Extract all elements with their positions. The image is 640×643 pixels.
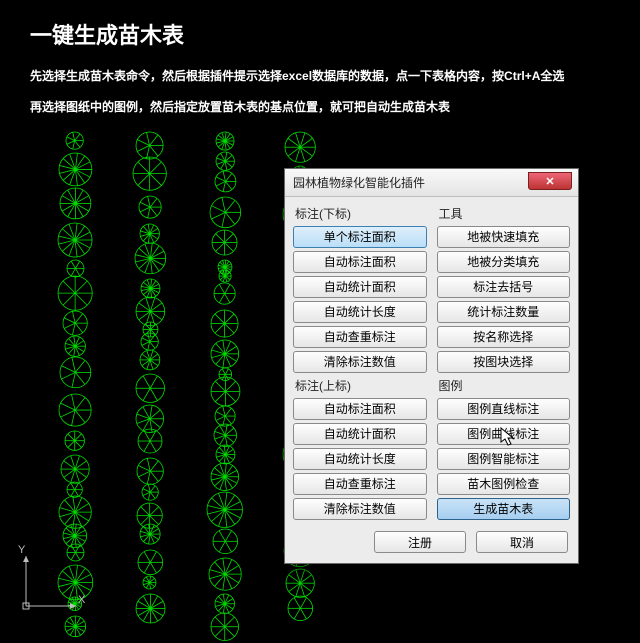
plant-column bbox=[123, 120, 173, 630]
btn-remove-brackets[interactable]: 标注去括号 bbox=[437, 276, 571, 298]
btn-single-label-area[interactable]: 单个标注面积 bbox=[293, 226, 427, 248]
group-label-tools: 工具 bbox=[439, 205, 571, 222]
btn-upper-auto-stat-length[interactable]: 自动统计长度 bbox=[293, 448, 427, 470]
btn-legend-curve-label[interactable]: 图例曲线标注 bbox=[437, 423, 571, 445]
ucs-axis-icon: X Y bbox=[16, 546, 86, 616]
plant-column bbox=[198, 120, 248, 630]
btn-groundcover-class-fill[interactable]: 地被分类填充 bbox=[437, 251, 571, 273]
btn-seedling-legend-check[interactable]: 苗木图例检查 bbox=[437, 473, 571, 495]
btn-auto-stat-area[interactable]: 自动统计面积 bbox=[293, 276, 427, 298]
instruction-line-1: 先选择生成苗木表命令，然后根据插件提示选择excel数据库的数据，点一下表格内容… bbox=[0, 68, 640, 85]
ucs-y-label: Y bbox=[18, 544, 25, 556]
close-button[interactable]: ✕ bbox=[528, 172, 572, 190]
btn-stat-label-count[interactable]: 统计标注数量 bbox=[437, 301, 571, 323]
register-button[interactable]: 注册 bbox=[374, 531, 466, 553]
btn-select-by-name[interactable]: 按名称选择 bbox=[437, 326, 571, 348]
btn-legend-line-label[interactable]: 图例直线标注 bbox=[437, 398, 571, 420]
cancel-button[interactable]: 取消 bbox=[476, 531, 568, 553]
group-label-upper: 标注(上标) bbox=[295, 377, 427, 394]
dialog-titlebar[interactable]: 园林植物绿化智能化插件 ✕ bbox=[285, 169, 578, 197]
btn-auto-label-area[interactable]: 自动标注面积 bbox=[293, 251, 427, 273]
btn-auto-stat-length[interactable]: 自动统计长度 bbox=[293, 301, 427, 323]
dialog-title: 园林植物绿化智能化插件 bbox=[293, 174, 425, 191]
btn-upper-auto-label-area[interactable]: 自动标注面积 bbox=[293, 398, 427, 420]
btn-legend-smart-label[interactable]: 图例智能标注 bbox=[437, 448, 571, 470]
btn-clear-label-values[interactable]: 清除标注数值 bbox=[293, 351, 427, 373]
page-title: 一键生成苗木表 bbox=[0, 0, 640, 50]
instruction-line-2: 再选择图纸中的图例，然后指定放置苗木表的基点位置，就可把自动生成苗木表 bbox=[0, 99, 640, 116]
btn-upper-auto-check-dup[interactable]: 自动查重标注 bbox=[293, 473, 427, 495]
ucs-x-label: X bbox=[78, 594, 85, 606]
plugin-dialog: 园林植物绿化智能化插件 ✕ 标注(下标) 单个标注面积 自动标注面积 自动统计面… bbox=[284, 168, 579, 564]
btn-groundcover-quick-fill[interactable]: 地被快速填充 bbox=[437, 226, 571, 248]
btn-upper-clear-label-values[interactable]: 清除标注数值 bbox=[293, 498, 427, 520]
group-label-lower: 标注(下标) bbox=[295, 205, 427, 222]
btn-generate-seedling-table[interactable]: 生成苗木表 bbox=[437, 498, 571, 520]
group-label-legend: 图例 bbox=[439, 377, 571, 394]
close-icon: ✕ bbox=[545, 175, 554, 188]
btn-select-by-block[interactable]: 按图块选择 bbox=[437, 351, 571, 373]
btn-auto-check-dup[interactable]: 自动查重标注 bbox=[293, 326, 427, 348]
btn-upper-auto-stat-area[interactable]: 自动统计面积 bbox=[293, 423, 427, 445]
